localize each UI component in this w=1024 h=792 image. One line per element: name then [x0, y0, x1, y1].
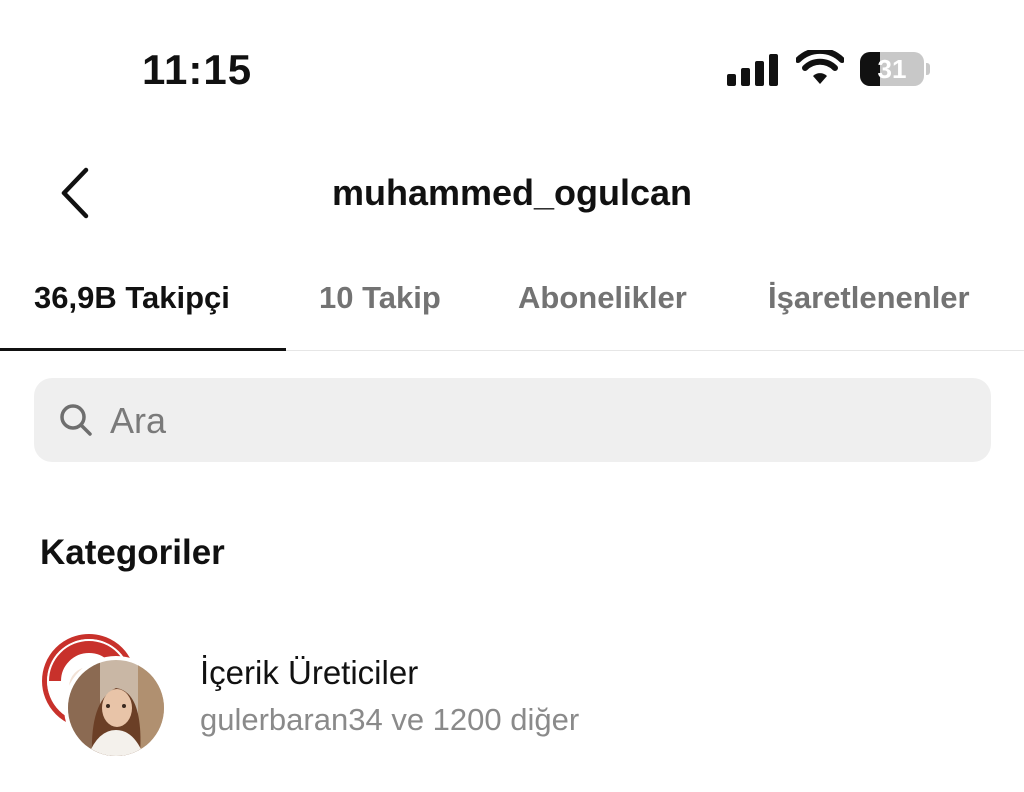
page-title: muhammed_ogulcan — [331, 172, 693, 213]
tab-tagged[interactable]: İşaretlenenler — [768, 280, 970, 316]
tab-following[interactable]: 10 Takip — [319, 280, 441, 316]
tab-followers[interactable]: 36,9B Takipçi — [34, 280, 230, 316]
categories-title: Kategoriler — [40, 533, 225, 572]
category-item[interactable]: İçerik Üreticiler gulerbaran34 ve 1200 d… — [40, 628, 990, 768]
category-name: İçerik Üreticiler — [200, 654, 419, 691]
status-time: 11:15 — [142, 46, 253, 93]
battery-level: 31 — [877, 54, 907, 84]
category-subtitle: gulerbaran34 ve 1200 diğer — [200, 702, 580, 737]
cellular-signal-icon — [727, 54, 779, 86]
category-avatar — [64, 656, 168, 760]
status-bar: 11:15 31 — [0, 0, 1024, 120]
active-tab-indicator — [0, 348, 286, 351]
battery-icon: 31 — [860, 52, 930, 86]
search-icon — [60, 404, 92, 436]
wifi-icon — [796, 50, 844, 84]
tab-bar: 36,9B Takipçi 10 Takip Abonelikler İşare… — [0, 270, 1024, 351]
search-bar[interactable] — [34, 378, 991, 462]
search-input[interactable] — [108, 390, 972, 452]
tab-subscriptions[interactable]: Abonelikler — [518, 280, 687, 316]
